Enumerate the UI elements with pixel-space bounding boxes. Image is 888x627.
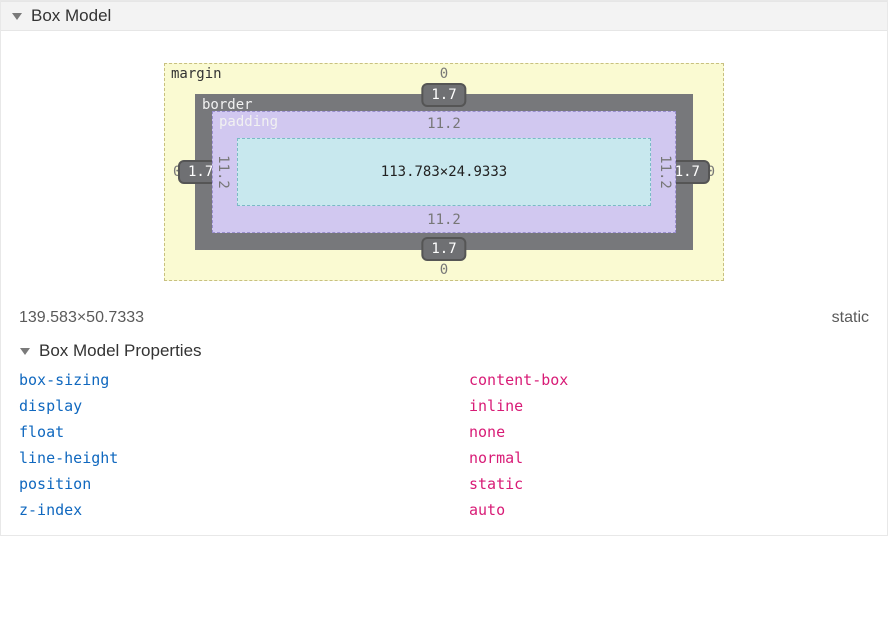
padding-right-value[interactable]: 11.2 <box>657 155 673 189</box>
properties-list: box-sizing content-box display inline fl… <box>13 367 875 523</box>
margin-bottom-value[interactable]: 0 <box>440 262 448 278</box>
property-name[interactable]: display <box>19 397 469 415</box>
property-value[interactable]: normal <box>469 449 523 467</box>
properties-title: Box Model Properties <box>39 341 202 361</box>
property-row: box-sizing content-box <box>19 367 875 393</box>
property-value[interactable]: inline <box>469 397 523 415</box>
property-value[interactable]: auto <box>469 501 505 519</box>
element-dimensions: 139.583×50.7333 <box>19 309 144 327</box>
property-row: position static <box>19 471 875 497</box>
property-name[interactable]: box-sizing <box>19 371 469 389</box>
property-row: z-index auto <box>19 497 875 523</box>
content-dimensions: 113.783×24.9333 <box>381 164 507 180</box>
property-name[interactable]: z-index <box>19 501 469 519</box>
padding-region[interactable]: padding 11.2 11.2 11.2 11.2 113.783×24.9… <box>212 111 676 233</box>
property-value[interactable]: static <box>469 475 523 493</box>
border-region[interactable]: border 1.7 1.7 1.7 1.7 padding 11.2 11.2… <box>195 94 693 250</box>
property-row: line-height normal <box>19 445 875 471</box>
property-row: display inline <box>19 393 875 419</box>
content-region[interactable]: 113.783×24.9333 <box>237 138 651 206</box>
box-model-properties-header[interactable]: Box Model Properties <box>13 335 875 367</box>
box-model-panel: Box Model margin 0 0 0 0 border 1.7 1.7 … <box>0 0 888 536</box>
property-row: float none <box>19 419 875 445</box>
border-bottom-value[interactable]: 1.7 <box>421 237 466 261</box>
property-value[interactable]: content-box <box>469 371 568 389</box>
box-model-header[interactable]: Box Model <box>1 1 887 31</box>
dimensions-row: 139.583×50.7333 static <box>13 291 875 335</box>
border-top-value[interactable]: 1.7 <box>421 83 466 107</box>
property-name[interactable]: float <box>19 423 469 441</box>
property-value[interactable]: none <box>469 423 505 441</box>
padding-label: padding <box>219 114 278 130</box>
margin-region[interactable]: margin 0 0 0 0 border 1.7 1.7 1.7 1.7 pa… <box>164 63 724 281</box>
box-model-body: margin 0 0 0 0 border 1.7 1.7 1.7 1.7 pa… <box>1 31 887 535</box>
property-name[interactable]: position <box>19 475 469 493</box>
property-name[interactable]: line-height <box>19 449 469 467</box>
section-title: Box Model <box>31 6 111 26</box>
element-positioning: static <box>832 309 869 327</box>
padding-left-value[interactable]: 11.2 <box>215 155 231 189</box>
box-model-diagram: margin 0 0 0 0 border 1.7 1.7 1.7 1.7 pa… <box>13 31 875 291</box>
chevron-down-icon[interactable] <box>17 343 33 359</box>
margin-top-value[interactable]: 0 <box>440 66 448 82</box>
padding-top-value[interactable]: 11.2 <box>427 116 461 132</box>
margin-label: margin <box>171 66 222 82</box>
chevron-down-icon[interactable] <box>9 8 25 24</box>
padding-bottom-value[interactable]: 11.2 <box>427 212 461 228</box>
